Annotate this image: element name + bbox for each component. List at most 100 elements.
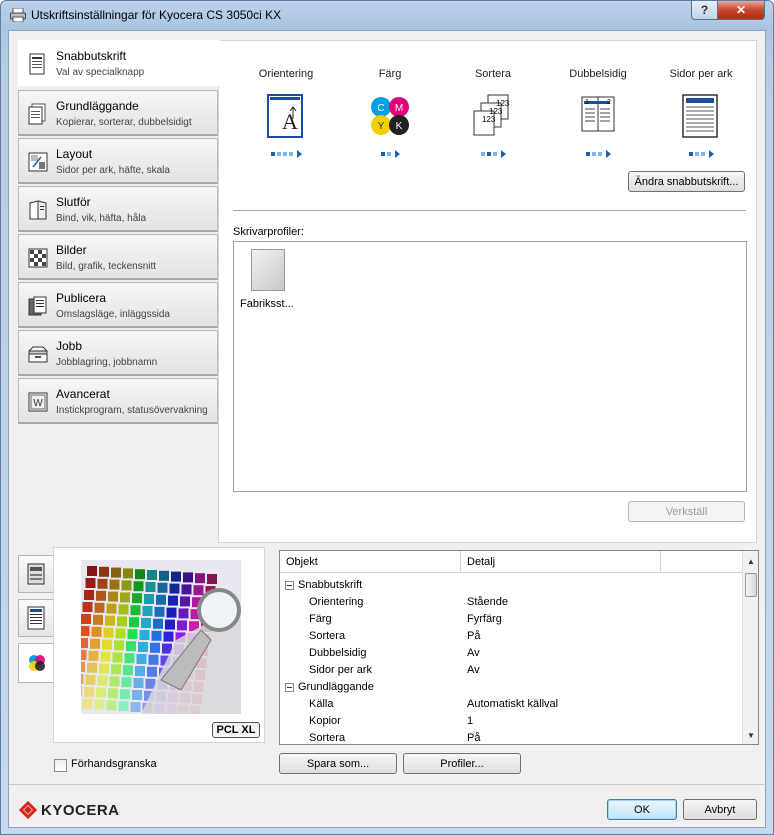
next-option-icon[interactable] [394,150,400,158]
option-dot[interactable] [688,152,693,156]
nav-tab-3[interactable]: Slutför Bind, vik, häfta, håla [18,186,218,232]
grid-row[interactable]: Kopior 1 [280,713,742,730]
option-dot[interactable] [480,152,485,156]
grid-row[interactable]: Sortera På [280,628,742,645]
option-dot[interactable] [486,152,491,156]
color-swatch [124,653,135,664]
next-option-icon[interactable] [605,150,611,158]
printer-icon [10,8,26,22]
orientation-portrait-icon[interactable]: A [264,93,308,141]
grid-group-row[interactable]: Grundläggande [280,679,742,696]
collapse-icon[interactable] [285,683,294,692]
collapse-icon[interactable] [285,581,294,590]
option-label: Sortera [474,68,512,80]
scroll-down-icon[interactable]: ▼ [743,727,758,743]
ok-button[interactable]: OK [607,799,677,820]
color-swatch [154,606,165,617]
cancel-button[interactable]: Avbryt [683,799,757,820]
option-selector[interactable] [380,150,400,158]
nav-tab-2[interactable]: Layout Sidor per ark, häfte, skala [18,138,218,184]
option-dot[interactable] [492,152,497,156]
option-dot[interactable] [597,152,602,156]
side-tab-printer[interactable] [18,555,54,593]
color-swatch [81,674,84,684]
layout-icon [28,152,48,172]
grid-row[interactable]: Sortera På [280,730,742,744]
separator [233,210,746,211]
footer-separator [9,784,767,785]
grid-row[interactable]: Dubbelsidig Av [280,645,742,662]
option-dot[interactable] [386,152,391,156]
color-swatch [171,571,181,582]
option-dot[interactable] [700,152,705,156]
nav-tab-4[interactable]: Bilder Bild, grafik, teckensnitt [18,234,218,280]
color-swatch [147,666,157,677]
vertical-scrollbar[interactable]: ▲ ▼ [742,551,758,744]
column-header-detail[interactable]: Detalj [461,551,661,573]
option-dot[interactable] [591,152,596,156]
color-swatch [88,650,99,661]
profile-thumbnail-icon[interactable] [251,249,285,291]
grid-cell-detail: Av [467,664,480,676]
settings-summary-grid[interactable]: Objekt Detalj Snabbutskrift Orientering St… [279,550,759,745]
close-button[interactable]: ✕ [717,1,765,20]
option-selector[interactable] [688,150,714,158]
grid-row[interactable]: Orientering Stående [280,594,742,611]
nav-tab-6[interactable]: Jobb Jobblagring, jobbnamn [18,330,218,376]
color-cmyk-icon[interactable]: C MY K [368,93,412,141]
help-button[interactable]: ? [691,1,718,20]
grid-row[interactable]: Sidor per ark Av [280,662,742,679]
color-swatch [121,580,132,591]
scroll-thumb[interactable] [745,573,757,597]
option-selector[interactable] [480,150,506,158]
svg-text:1: 1 [585,99,589,106]
color-swatch [97,578,108,589]
grid-group-row[interactable]: Snabbutskrift [280,577,742,594]
save-as-button[interactable]: Spara som... [279,753,397,774]
nav-tab-0[interactable]: Snabbutskrift Val av specialknapp [18,40,220,86]
option-dot[interactable] [276,152,281,156]
profiles-button[interactable]: Profiler... [403,753,521,774]
color-swatch [85,674,96,685]
column-header-object[interactable]: Objekt [280,551,461,573]
kyocera-logo-text: KYOCERA [41,801,120,819]
grid-cell-object: Sidor per ark [309,664,372,676]
nav-tab-7[interactable]: W Avancerat Instickprogram, statusövervakn… [18,378,218,424]
color-swatch [81,650,87,660]
color-swatch [151,630,162,641]
grid-cell-detail: Fyrfärg [467,613,502,625]
nav-tab-subtitle: Val av specialknapp [56,67,145,78]
grid-row[interactable]: Källa Automatiskt källval [280,696,742,713]
side-tab-page[interactable] [18,599,54,637]
preview-checkbox[interactable] [54,759,67,772]
nav-tab-subtitle: Omslagsläge, inläggssida [56,309,170,320]
scroll-up-icon[interactable]: ▲ [743,553,758,569]
side-tab-color[interactable] [18,643,56,683]
color-swatch [148,654,159,665]
profile-name[interactable]: Fabrikss​t... [240,298,294,310]
next-option-icon[interactable] [500,150,506,158]
option-selector[interactable] [270,150,302,158]
next-option-icon[interactable] [708,150,714,158]
option-dot[interactable] [288,152,293,156]
duplex-icon[interactable]: 12 [576,93,620,141]
option-dot[interactable] [282,152,287,156]
nav-tab-5[interactable]: Publicera Omslagsläge, inläggssida [18,282,218,328]
nav-tab-1[interactable]: Grundläggande Kopierar, sorterar, dubbels… [18,90,218,136]
option-dot[interactable] [585,152,590,156]
option-dot[interactable] [694,152,699,156]
option-dot[interactable] [270,152,275,156]
printer-profiles-list[interactable]: Fabrikss​t... [233,241,747,492]
option-selector[interactable] [585,150,611,158]
pages-per-sheet-icon[interactable] [679,93,723,141]
grid-row[interactable]: Färg Fyrfärg [280,611,742,628]
next-option-icon[interactable] [296,150,302,158]
collate-icon[interactable]: 123123123 [471,93,515,141]
apply-button[interactable]: Verkställ [628,501,745,522]
color-swatch [144,594,154,604]
preview-checkbox-label[interactable]: Förhandsgranska [71,758,157,770]
option-dot[interactable] [380,152,385,156]
color-swatch [147,570,157,580]
edit-quick-print-button[interactable]: Ändra snabbutskrift... [628,171,745,192]
color-swatch [141,618,151,628]
